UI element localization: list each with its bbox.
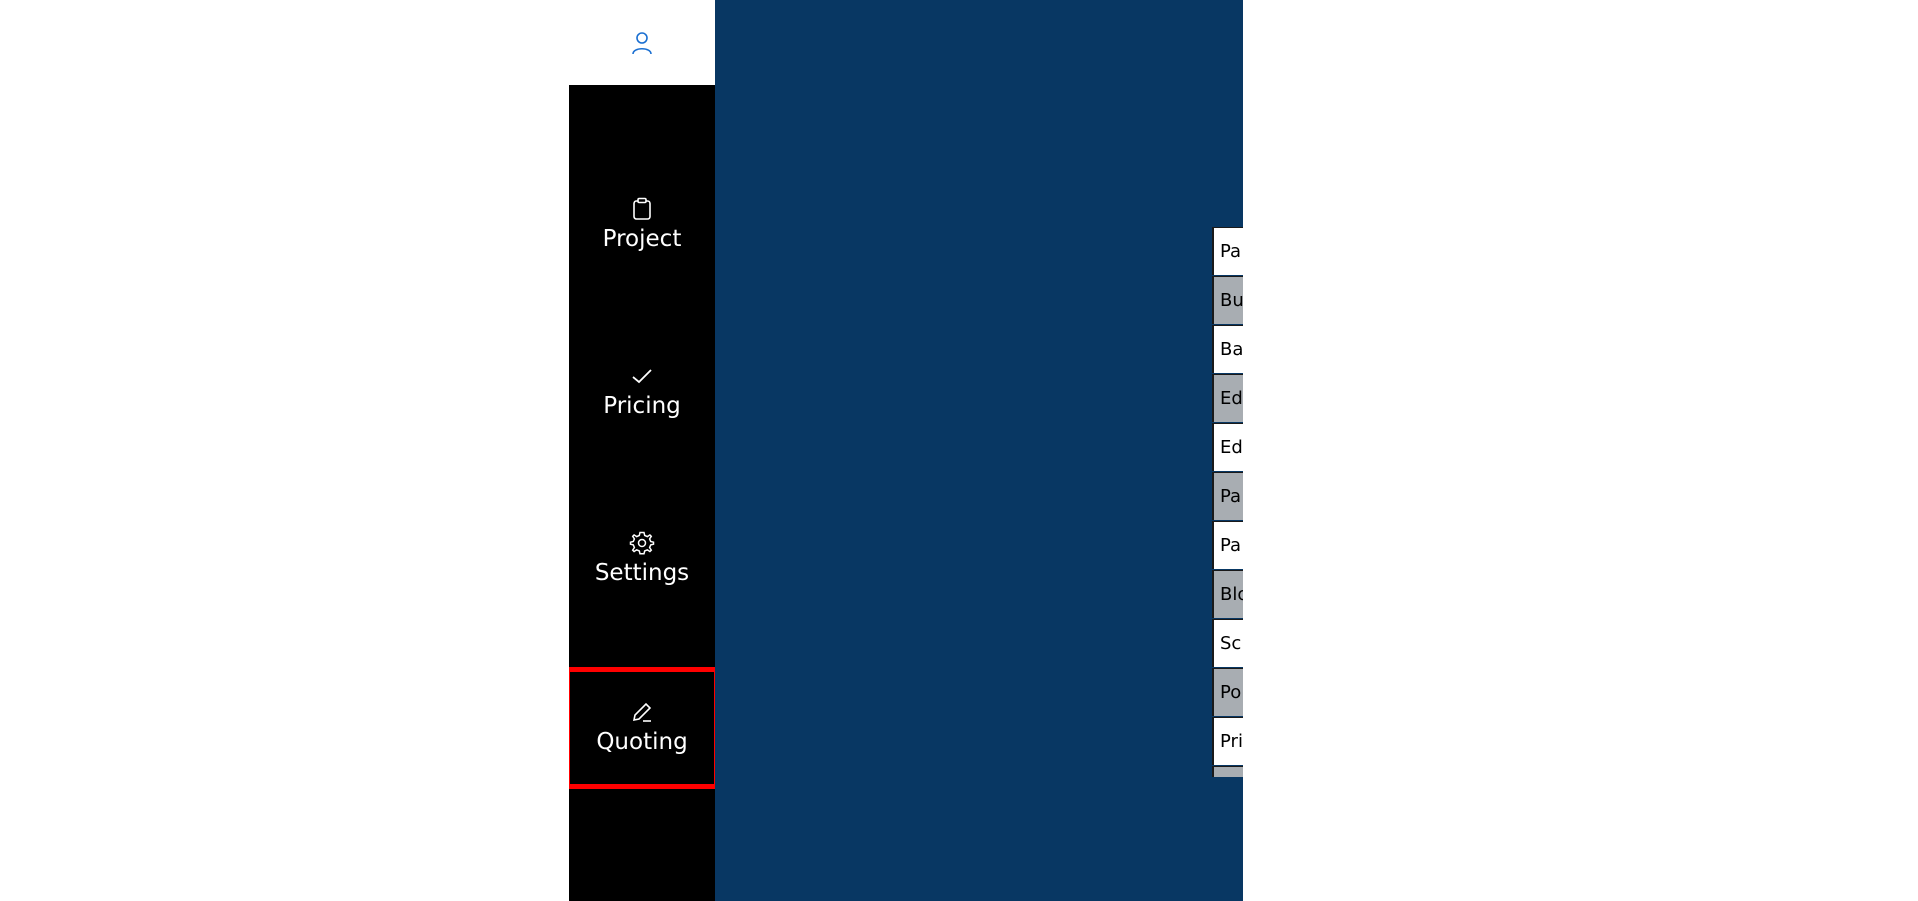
sidebar-item-settings[interactable]: Settings [569,504,715,614]
pencil-icon [630,699,654,725]
page: Project Pricing Settings Quoting Pa Bu B… [0,0,1918,901]
sidebar-item-label: Quoting [596,729,688,755]
clipboard-icon [631,196,653,222]
list-item[interactable]: Pa [1212,521,1243,569]
gear-icon [629,530,655,556]
list-item[interactable]: Pa [1212,227,1243,275]
sidebar-item-label: Settings [594,560,690,586]
sidebar-item-project[interactable]: Project [569,170,715,280]
sidebar-item-label: Pricing [603,393,681,419]
list-item[interactable]: Sc [1212,619,1243,667]
list-item[interactable]: Ba [1212,325,1243,373]
list-item[interactable] [1212,766,1243,777]
list-item[interactable]: Pa [1212,472,1243,520]
profile-area[interactable] [569,0,715,85]
list-item[interactable]: Blo [1212,570,1243,618]
list-item[interactable]: Po [1212,668,1243,716]
app-window: Project Pricing Settings Quoting [569,0,1243,901]
list-item[interactable]: Pri [1212,717,1243,765]
sidebar: Project Pricing Settings Quoting [569,0,719,901]
list-item[interactable]: Bu [1212,276,1243,324]
sidebar-item-quoting[interactable]: Quoting [569,667,719,789]
list-item[interactable]: Ed [1212,423,1243,471]
list-item[interactable]: Ed [1212,374,1243,422]
sidebar-item-label: Project [602,226,682,252]
checkmark-icon [630,363,654,389]
sidebar-item-pricing[interactable]: Pricing [569,337,715,447]
item-list: Pa Bu Ba Ed Ed Pa Pa Blo Sc Po Pri [1212,227,1243,777]
main-panel [715,0,1243,901]
user-icon[interactable] [630,30,654,56]
